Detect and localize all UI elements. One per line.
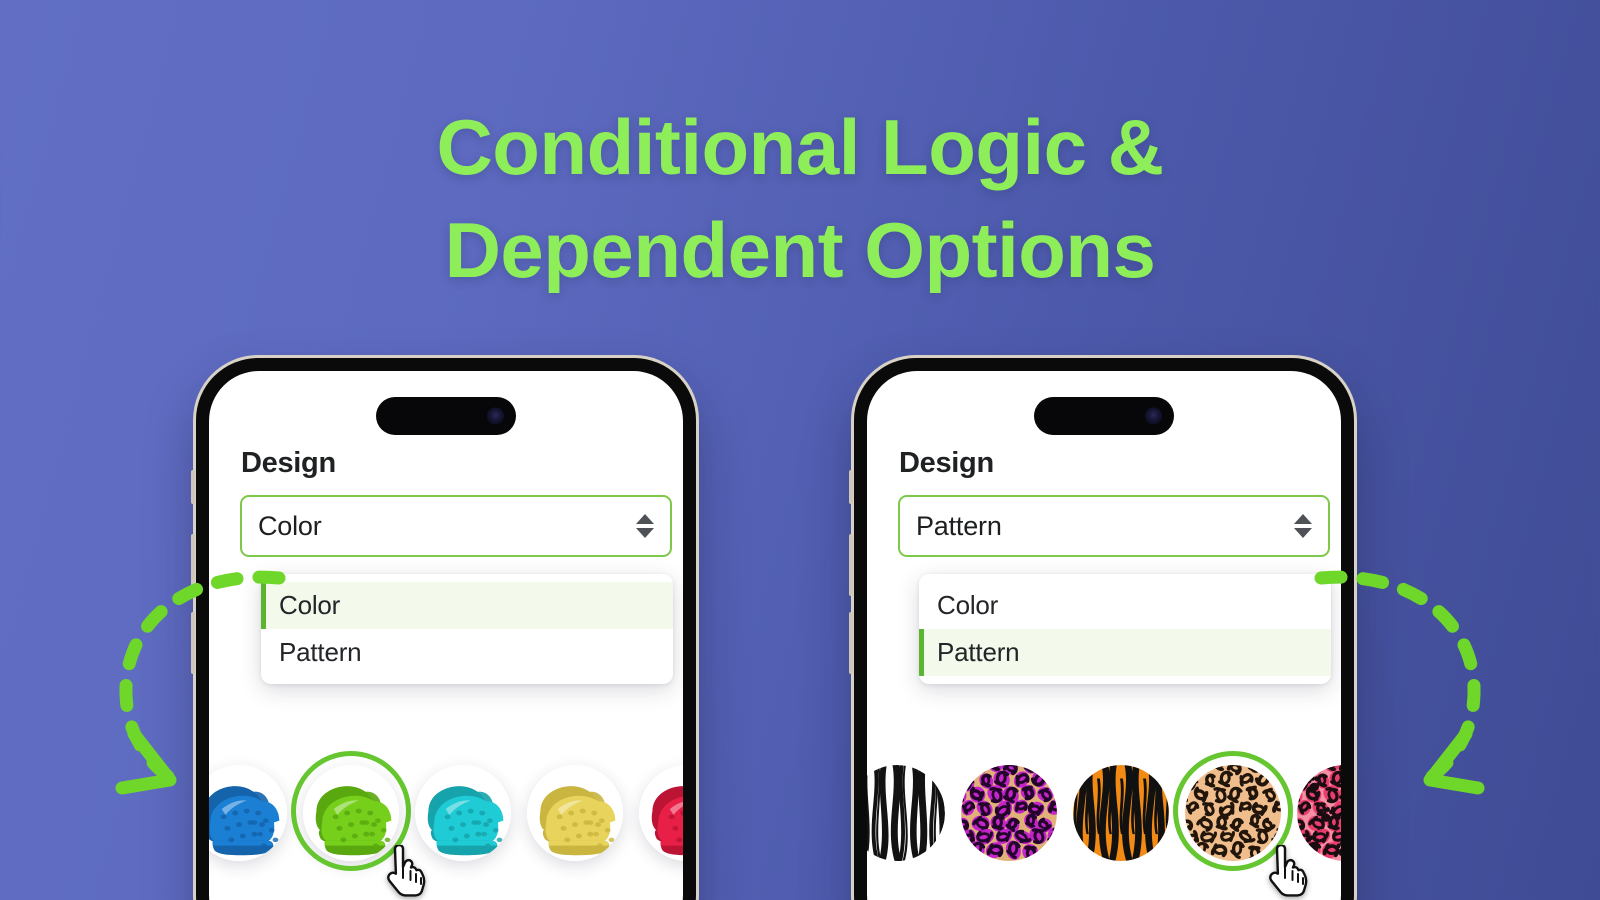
front-camera-icon [487, 407, 504, 425]
phone-mockup-right: Design Pattern Color Pattern [849, 358, 1354, 900]
dropdown-option-label: Color [279, 590, 341, 620]
stepper-up-down-icon[interactable] [636, 514, 654, 538]
chevron-down-icon [1294, 528, 1312, 538]
phone-silent-switch[interactable] [849, 470, 853, 504]
swatch-cyan[interactable] [415, 765, 511, 861]
swatch-thumbnail-tan-leopard [1185, 765, 1281, 861]
swatch-thumbnail-red [639, 765, 683, 861]
phone-volume-up-button[interactable] [849, 534, 853, 596]
design-select-value-left: Color [258, 510, 322, 541]
page-title-line-2: Dependent Options [444, 205, 1156, 294]
phone-volume-down-button[interactable] [849, 612, 853, 674]
dropdown-option-color-right[interactable]: Color [919, 582, 1331, 629]
design-select-right[interactable]: Pattern [898, 495, 1330, 557]
page-heading-right: Design [899, 447, 994, 479]
page-heading-left: Design [241, 447, 336, 479]
dropdown-option-label: Pattern [937, 637, 1020, 667]
phone-volume-down-button[interactable] [191, 612, 195, 674]
swatch-red[interactable] [639, 765, 683, 861]
page-title: Conditional Logic & Dependent Options [0, 96, 1600, 302]
dropdown-option-label: Color [937, 590, 999, 620]
pattern-swatch-row [867, 745, 1341, 900]
dropdown-option-label: Pattern [279, 637, 362, 667]
design-dropdown-left[interactable]: Color Pattern [261, 574, 673, 684]
swatch-blue[interactable] [209, 765, 287, 861]
chevron-down-icon [636, 528, 654, 538]
swatch-pink-paw[interactable] [1297, 765, 1341, 861]
chevron-up-icon [1294, 514, 1312, 524]
design-select-value-right: Pattern [916, 510, 1002, 541]
swatch-thumbnail-yellow [527, 765, 623, 861]
design-dropdown-right[interactable]: Color Pattern [919, 574, 1331, 684]
swatch-tan-leopard[interactable] [1185, 765, 1281, 861]
front-camera-icon [1145, 407, 1162, 425]
dropdown-option-color-left[interactable]: Color [261, 582, 673, 629]
swatch-purple-leopard[interactable] [961, 765, 1057, 861]
phone-mockup-left: Design Color Color Pattern [191, 358, 696, 900]
swatch-green[interactable] [303, 765, 399, 861]
mouse-pointer-icon [381, 843, 427, 897]
swatch-thumbnail-cyan [415, 765, 511, 861]
swatch-thumbnail-purple-leopard [961, 765, 1057, 861]
swatch-thumbnail-blue [209, 765, 287, 861]
swatch-yellow[interactable] [527, 765, 623, 861]
chevron-up-icon [636, 514, 654, 524]
dynamic-island [1034, 397, 1174, 435]
swatch-tiger[interactable] [1073, 765, 1169, 861]
swatch-thumbnail-tiger [1073, 765, 1169, 861]
dynamic-island [376, 397, 516, 435]
page-title-line-1: Conditional Logic & [436, 103, 1164, 191]
phone-silent-switch[interactable] [191, 470, 195, 504]
mouse-pointer-icon [1263, 843, 1309, 897]
swatch-thumbnail-zebra [867, 765, 945, 861]
design-select-left[interactable]: Color [240, 495, 672, 557]
swatch-thumbnail-pink-paw [1297, 765, 1341, 861]
phone-screen-right: Design Pattern Color Pattern [867, 371, 1341, 900]
color-swatch-row [209, 745, 683, 900]
dropdown-option-pattern-left[interactable]: Pattern [261, 629, 673, 676]
phone-volume-up-button[interactable] [191, 534, 195, 596]
phone-screen-left: Design Color Color Pattern [209, 371, 683, 900]
dropdown-option-pattern-right[interactable]: Pattern [919, 629, 1331, 676]
swatch-zebra[interactable] [867, 765, 945, 861]
swatch-thumbnail-green [303, 765, 399, 861]
stepper-up-down-icon[interactable] [1294, 514, 1312, 538]
